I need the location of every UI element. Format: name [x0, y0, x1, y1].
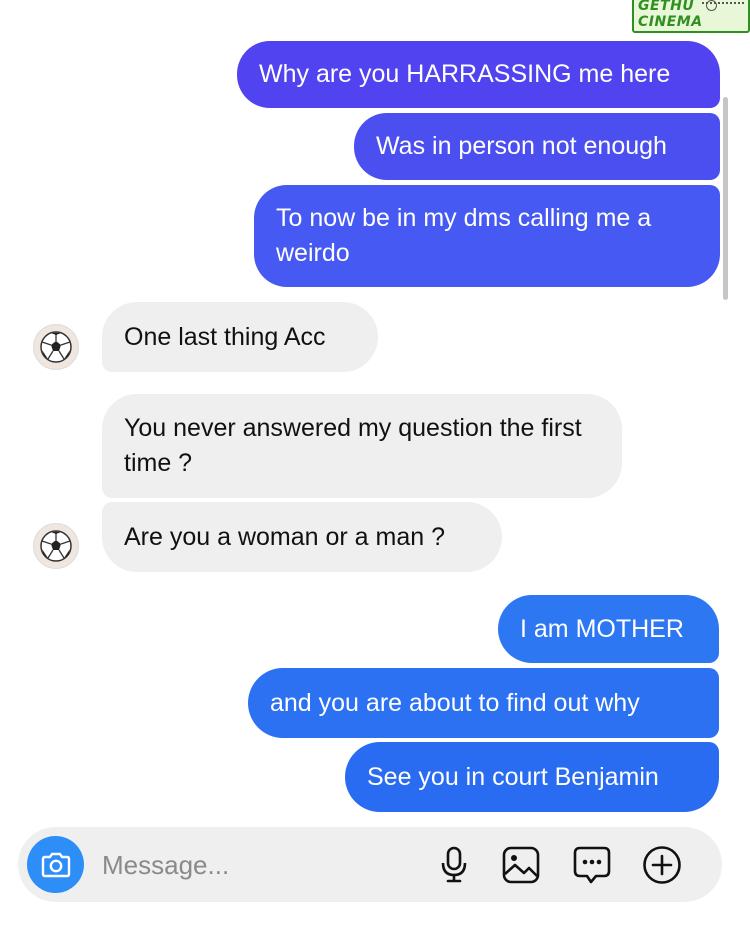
message-text: Why are you HARRASSING me here	[259, 60, 671, 88]
gallery-button[interactable]	[501, 845, 541, 885]
message-thread: Why are you HARRASSING me here Was in pe…	[0, 0, 750, 937]
message-composer	[18, 827, 722, 902]
message-input[interactable]	[102, 845, 402, 885]
message-bubble-incoming[interactable]: Are you a woman or a man ?	[102, 502, 502, 572]
message-text: and you are about to find out why	[270, 688, 640, 717]
sticker-chat-icon	[573, 846, 611, 884]
plus-button[interactable]	[642, 845, 682, 885]
message-text: You never answered my question the first…	[124, 414, 582, 477]
message-bubble-outgoing[interactable]: I am MOTHER	[498, 595, 719, 663]
message-bubble-outgoing[interactable]: To now be in my dms calling me a weirdo	[254, 185, 720, 287]
message-text: To now be in my dms calling me a weirdo	[276, 204, 652, 267]
sticker-button[interactable]	[572, 845, 612, 885]
scrollbar-thumb[interactable]	[723, 97, 728, 300]
message-text: I am MOTHER	[520, 614, 684, 643]
message-text: Are you a woman or a man ?	[124, 522, 445, 551]
soccer-ball-icon	[40, 530, 72, 562]
gallery-icon	[502, 846, 540, 884]
avatar[interactable]	[33, 523, 79, 569]
plus-circle-icon	[643, 846, 681, 884]
message-bubble-incoming[interactable]: You never answered my question the first…	[102, 394, 622, 498]
message-bubble-outgoing[interactable]: See you in court Benjamin	[345, 742, 719, 812]
message-text: See you in court Benjamin	[367, 762, 659, 791]
camera-icon	[41, 852, 70, 877]
message-bubble-outgoing[interactable]: Was in person not enough	[354, 113, 720, 180]
message-bubble-incoming[interactable]: One last thing Acc	[102, 302, 378, 372]
microphone-icon	[441, 846, 467, 883]
message-text: One last thing Acc	[124, 322, 326, 351]
microphone-button[interactable]	[434, 845, 474, 885]
avatar[interactable]	[33, 324, 79, 370]
message-bubble-outgoing[interactable]: Why are you HARRASSING me here	[237, 41, 720, 108]
soccer-ball-icon	[40, 331, 72, 363]
camera-button[interactable]	[27, 836, 84, 893]
message-text: Was in person not enough	[376, 132, 667, 160]
message-bubble-outgoing[interactable]: and you are about to find out why	[248, 668, 719, 738]
